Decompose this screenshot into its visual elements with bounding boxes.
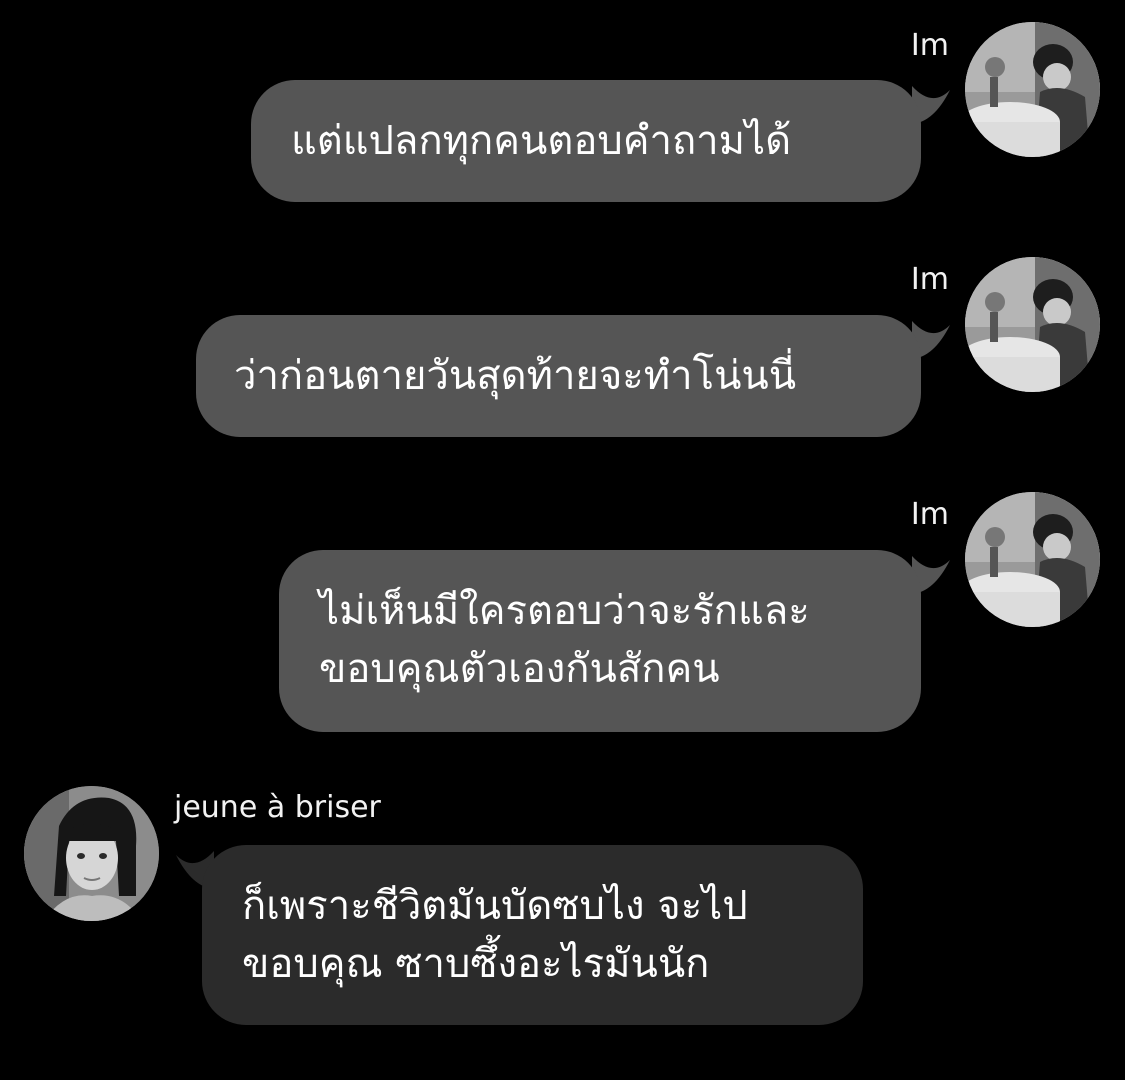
- sender-name: jeune à briser: [174, 790, 381, 825]
- message-text-line: ไม่เห็นมีใครตอบว่าจะรักและ: [319, 588, 810, 634]
- sender-name: Im: [910, 497, 949, 532]
- avatar-photo-woman-at-table-icon: [965, 257, 1100, 392]
- message-bubble-incoming[interactable]: ก็เพราะชีวิตมันบัดซบไง จะไป ขอบคุณ ซาบซึ…: [202, 845, 863, 1025]
- avatar-im[interactable]: [965, 492, 1100, 627]
- message-bubble-outgoing[interactable]: ไม่เห็นมีใครตอบว่าจะรักและ ขอบคุณตัวเองก…: [279, 550, 921, 732]
- message-text-line: ก็เพราะชีวิตมันบัดซบไง จะไป: [242, 883, 748, 929]
- avatar-photo-woman-at-table-icon: [965, 22, 1100, 157]
- avatar-photo-woman-portrait-icon: [24, 786, 159, 921]
- message-bubble-outgoing[interactable]: ว่าก่อนตายวันสุดท้ายจะทำโน่นนี่: [196, 315, 921, 437]
- message-bubble-outgoing[interactable]: แต่แปลกทุกคนตอบคำถามได้: [251, 80, 921, 202]
- chat-thread: Im แต่แปลกทุกคนตอบคำถามได้ Im ว่าก่อนตาย…: [0, 0, 1125, 1080]
- message-text: แต่แปลกทุกคนตอบคำถามได้: [291, 118, 792, 164]
- avatar-im[interactable]: [965, 22, 1100, 157]
- avatar-photo-woman-at-table-icon: [965, 492, 1100, 627]
- sender-name: Im: [910, 262, 949, 297]
- message-text-line: ขอบคุณตัวเองกันสักคน: [319, 646, 720, 692]
- message-text-line: ขอบคุณ ซาบซึ้งอะไรมันนัก: [242, 941, 710, 987]
- message-text: ว่าก่อนตายวันสุดท้ายจะทำโน่นนี่: [234, 353, 797, 399]
- avatar-jeune[interactable]: [24, 786, 159, 921]
- avatar-im[interactable]: [965, 257, 1100, 392]
- sender-name: Im: [910, 28, 949, 63]
